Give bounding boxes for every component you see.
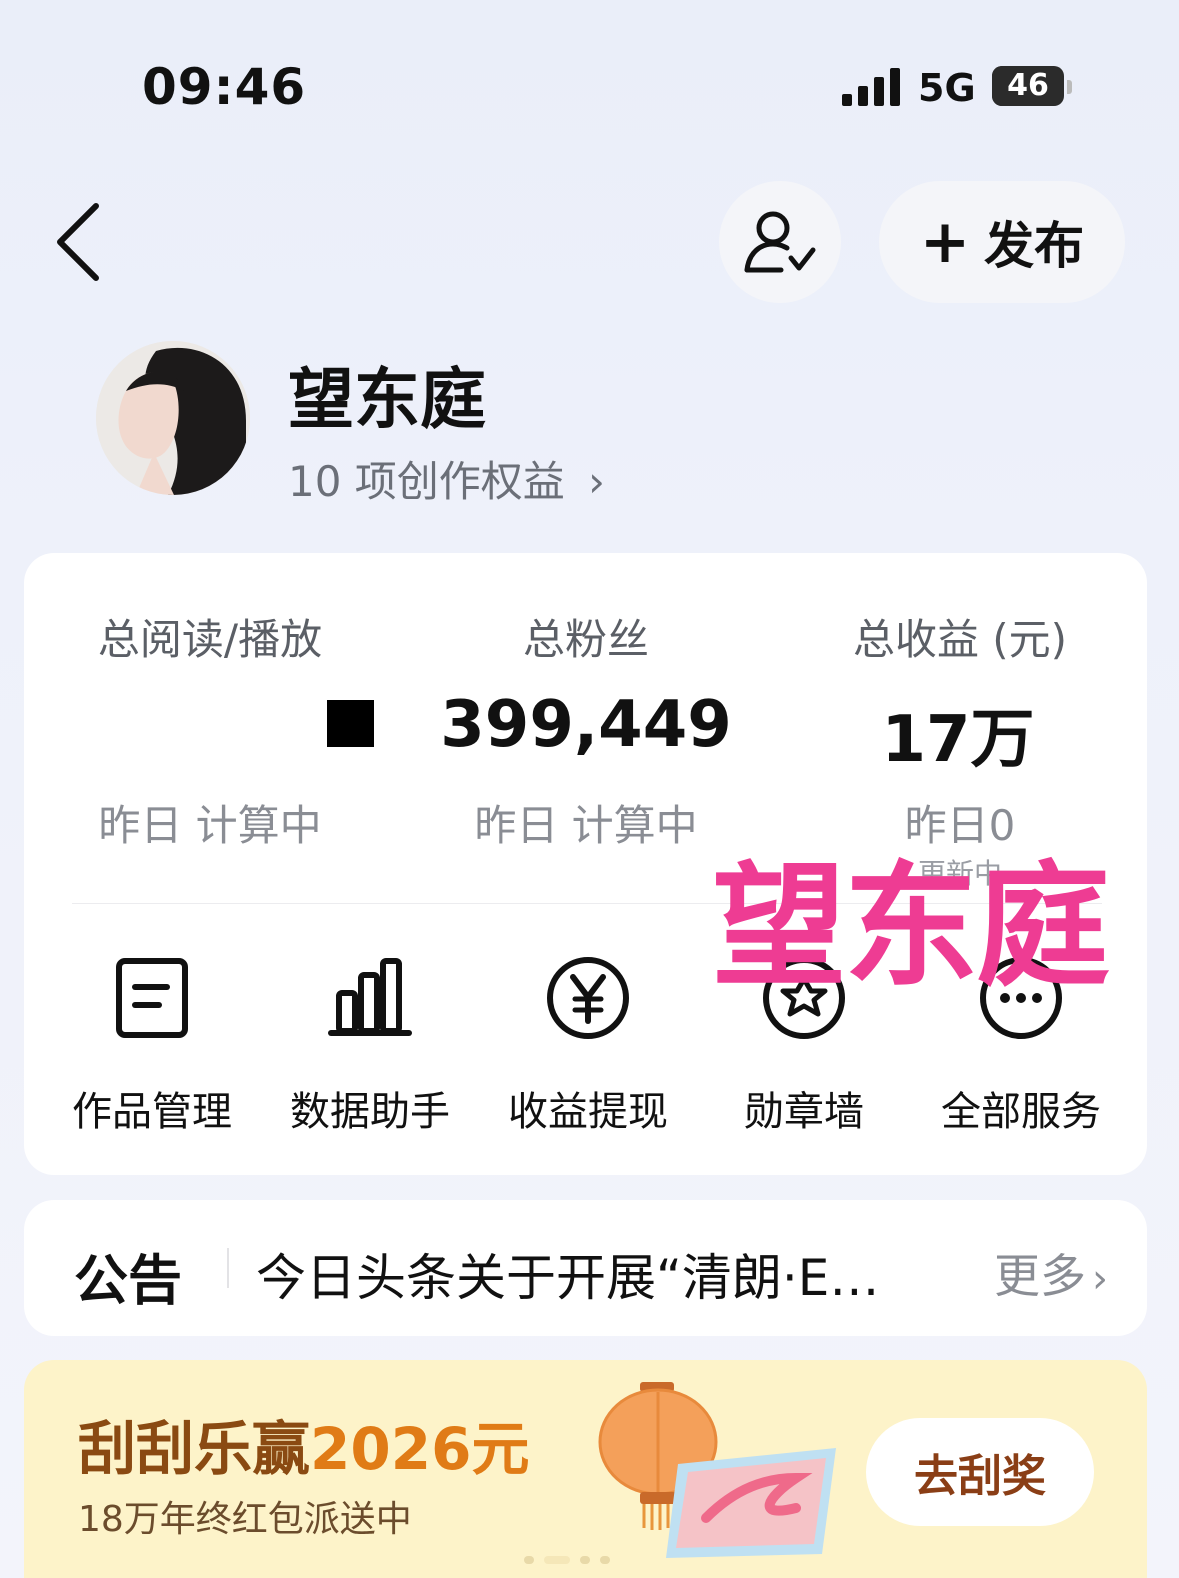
announcement-tag: 公告 [74,1249,182,1312]
plus-icon: + [919,207,971,277]
promo-banner[interactable]: 刮刮乐赢2026元 18万年终红包派送中 去刮奖 [24,1360,1147,1578]
network-type: 5G [918,66,976,110]
follow-user-button[interactable] [719,181,841,303]
document-icon [116,958,188,1038]
scratch-prize-button[interactable]: 去刮奖 [866,1418,1094,1526]
publish-label: 发布 [984,217,1085,275]
more-label: 更多 [994,1249,1086,1303]
stat-sub-fans: 昨日 计算中 [474,801,698,850]
promo-title-prefix: 刮刮乐赢 [78,1415,311,1483]
promo-title: 刮刮乐赢2026元 [78,1402,529,1486]
status-time: 09:46 [142,58,307,116]
yen-circle-icon [547,957,629,1039]
benefits-label: 10 项创作权益 [288,457,565,506]
signal-icon [842,68,900,106]
service-label: 勋章墙 [744,1089,864,1135]
promo-subtitle: 18万年终红包派送中 [78,1499,412,1540]
service-label: 收益提现 [508,1089,668,1135]
announcement-separator [227,1248,229,1288]
service-label: 作品管理 [72,1089,232,1135]
stat-label-income: 总收益 (元) [852,615,1068,664]
lantern-scratch-card-icon [598,1382,836,1558]
announcement-bar[interactable]: 公告 今日头条关于开展“清朗·E… 更多 › [24,1200,1147,1336]
promo-title-highlight: 2026元 [310,1415,530,1483]
carousel-indicator [524,1556,610,1564]
service-label: 全部服务 [941,1089,1101,1135]
service-works-management[interactable]: 作品管理 [52,953,252,1137]
avatar[interactable] [96,341,250,495]
service-income-withdraw[interactable]: 收益提现 [488,953,688,1137]
announcement-more-link[interactable]: 更多 › [994,1240,1108,1306]
chevron-right-icon: › [1092,1256,1108,1302]
announcement-text[interactable]: 今日头条关于开展“清朗·E… [256,1238,956,1310]
stat-value-fans[interactable]: 399,449 [436,688,736,762]
back-arrow-icon[interactable] [52,200,112,284]
profile-name: 望东庭 [288,361,486,438]
service-label: 数据助手 [290,1089,450,1135]
battery-level: 46 [1007,68,1049,103]
battery-icon: 46 [992,66,1072,108]
watermark-text: 望东庭 [712,849,1110,1005]
service-data-assistant[interactable]: 数据助手 [270,953,470,1137]
chevron-right-icon: › [588,457,605,506]
stat-label-fans: 总粉丝 [522,615,649,664]
stat-label-reads: 总阅读/播放 [97,615,323,664]
publish-button[interactable]: + 发布 [879,181,1125,303]
bar-chart-icon [328,958,412,1036]
creator-benefits-link[interactable]: 10 项创作权益 › [288,448,605,509]
user-check-icon [744,211,816,273]
stat-sub-reads: 昨日 计算中 [98,801,322,850]
redaction-block [327,700,374,747]
stat-value-income[interactable]: 17万 [818,688,1098,780]
